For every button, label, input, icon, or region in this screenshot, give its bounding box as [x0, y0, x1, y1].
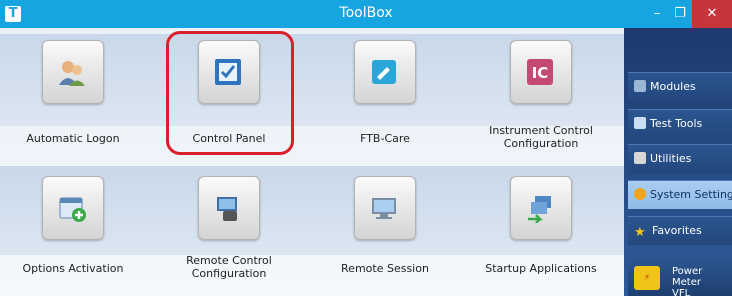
sidebar-item-label: Test Tools — [650, 117, 703, 130]
toolbox-main: Automatic Logon Control Panel FTB-Care I… — [0, 28, 624, 296]
minimize-button[interactable]: – — [646, 0, 668, 28]
tile-label: FTB-Care — [360, 132, 410, 145]
remote-session-button[interactable] — [354, 176, 416, 240]
remote-control-icon — [217, 197, 237, 221]
tile-ftb-care[interactable]: FTB-Care — [312, 28, 458, 158]
sidebar: Modules Test Tools Utilities System Sett… — [624, 28, 732, 299]
sidebar-item-label: Favorites — [652, 224, 702, 237]
modules-icon — [634, 80, 646, 92]
power-meter-vfl-button[interactable]: ⚡ Power Meter VFL — [628, 258, 732, 299]
tile-label: Remote Control Configuration — [186, 254, 272, 280]
ftb-care-icon — [372, 60, 396, 84]
power-meter-label: Power Meter VFL — [672, 266, 732, 299]
options-activation-button[interactable] — [42, 176, 104, 240]
tile-remote-session[interactable]: Remote Session — [312, 164, 458, 294]
power-meter-icon: ⚡ — [634, 266, 660, 290]
remote-control-button[interactable] — [198, 176, 260, 240]
svg-text:IC: IC — [532, 64, 549, 82]
tile-label: Startup Applications — [485, 262, 597, 275]
sidebar-item-label: System Settings — [650, 188, 732, 201]
utilities-icon — [634, 152, 646, 164]
tile-label: Options Activation — [22, 262, 124, 275]
ftb-care-button[interactable] — [354, 40, 416, 104]
tile-startup-applications[interactable]: Startup Applications — [468, 164, 614, 294]
remote-session-icon — [372, 198, 396, 219]
tile-label: Remote Session — [341, 262, 429, 275]
tile-remote-control[interactable]: Remote Control Configuration — [156, 164, 302, 294]
sidebar-item-utilities[interactable]: Utilities — [628, 144, 732, 173]
star-icon: ★ — [634, 225, 646, 240]
system-settings-icon — [634, 188, 646, 200]
test-tools-icon — [634, 117, 646, 129]
close-button[interactable]: ✕ — [692, 0, 732, 28]
tile-label: Instrument Control Configuration — [489, 124, 593, 150]
tile-label: Automatic Logon — [26, 132, 120, 145]
sidebar-item-test-tools[interactable]: Test Tools — [628, 109, 732, 138]
startup-applications-button[interactable] — [510, 176, 572, 240]
maximize-button[interactable]: ❐ — [668, 0, 692, 28]
title-bar: T ToolBox – ❐ ✕ — [0, 0, 732, 28]
sidebar-item-modules[interactable]: Modules — [628, 72, 732, 101]
sidebar-item-label: Utilities — [650, 152, 692, 165]
users-icon — [59, 61, 85, 86]
tile-options-activation[interactable]: Options Activation — [0, 164, 146, 294]
power-meter-line1: Power Meter — [672, 266, 703, 288]
instrument-control-button[interactable]: IC — [510, 40, 572, 104]
sidebar-item-label: Modules — [650, 80, 696, 93]
sidebar-item-system-settings[interactable]: System Settings — [628, 180, 732, 209]
options-activation-icon — [59, 197, 86, 222]
instrument-control-icon: IC — [527, 59, 553, 85]
automatic-logon-button[interactable] — [42, 40, 104, 104]
window-title: ToolBox — [339, 5, 393, 21]
tile-automatic-logon[interactable]: Automatic Logon — [0, 28, 146, 158]
sidebar-item-favorites[interactable]: ★ Favorites — [628, 216, 732, 245]
tile-instrument-control[interactable]: IC Instrument Control Configuration — [468, 28, 614, 158]
power-meter-line2: VFL — [672, 288, 691, 299]
highlight-outline — [166, 31, 294, 155]
startup-applications-icon — [528, 196, 551, 223]
